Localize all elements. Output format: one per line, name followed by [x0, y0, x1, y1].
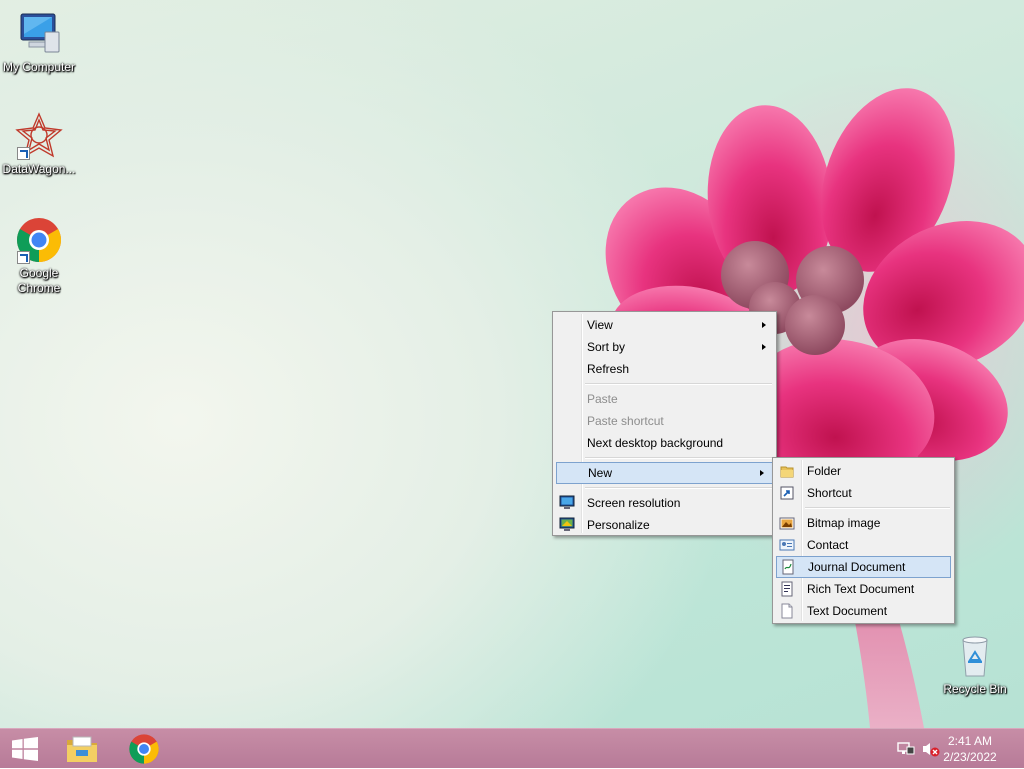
- desktop-icon-my-computer[interactable]: My Computer: [0, 10, 78, 75]
- submenu-item-folder[interactable]: Folder: [775, 460, 952, 482]
- journal-icon: [782, 559, 794, 575]
- submenu-item-text-document[interactable]: Text Document: [775, 600, 952, 622]
- rtf-icon: [781, 581, 793, 597]
- text-document-icon: [781, 603, 793, 619]
- desktop-icon-recycle-bin[interactable]: Recycle Bin: [936, 632, 1014, 697]
- windows-logo-icon: [12, 737, 38, 761]
- desktop-icon-label: My Computer: [2, 60, 76, 74]
- submenu-arrow-icon: [762, 344, 766, 350]
- clock-time: 2:41 AM: [947, 734, 993, 748]
- start-button[interactable]: [0, 729, 56, 769]
- menu-item-label: Sort by: [587, 340, 626, 354]
- shortcut-icon: [780, 486, 794, 500]
- folder-icon: [780, 466, 794, 478]
- shortcut-arrow-icon: [17, 147, 30, 160]
- menu-item-label: View: [587, 318, 613, 332]
- menu-item-new[interactable]: New: [556, 462, 773, 484]
- shortcut-arrow-icon: [17, 251, 30, 264]
- menu-separator: [585, 457, 772, 459]
- menu-item-label: Bitmap image: [807, 516, 881, 530]
- computer-icon: [15, 10, 63, 58]
- new-submenu: Folder Shortcut Bitmap image Contact Jou…: [772, 457, 955, 624]
- screen-resolution-icon: [559, 495, 575, 509]
- submenu-item-rich-text-document[interactable]: Rich Text Document: [775, 578, 952, 600]
- menu-item-label: Journal Document: [808, 560, 906, 574]
- clock-date: 2/23/2022: [943, 750, 997, 764]
- menu-item-label: New: [588, 466, 613, 480]
- menu-item-screen-resolution[interactable]: Screen resolution: [555, 492, 774, 514]
- desktop-icon-label: DataWagon...: [2, 162, 76, 176]
- menu-item-label: Paste shortcut: [587, 414, 664, 428]
- menu-item-personalize[interactable]: Personalize: [555, 514, 774, 536]
- desktop-icon-google-chrome[interactable]: Google Chrome: [0, 216, 78, 296]
- menu-item-refresh[interactable]: Refresh: [555, 358, 774, 380]
- menu-item-label: Contact: [807, 538, 849, 552]
- menu-item-next-desktop-background[interactable]: Next desktop background: [555, 432, 774, 454]
- menu-item-label: Folder: [807, 464, 842, 478]
- submenu-arrow-icon: [762, 322, 766, 328]
- menu-separator: [805, 507, 950, 509]
- taskbar-file-explorer[interactable]: [54, 729, 110, 769]
- personalize-icon: [559, 517, 575, 531]
- chrome-icon: [129, 734, 159, 764]
- submenu-item-bitmap-image[interactable]: Bitmap image: [775, 512, 952, 534]
- desktop-icon-label: Google Chrome: [17, 266, 61, 295]
- file-explorer-icon: [67, 736, 97, 762]
- menu-separator: [585, 487, 772, 489]
- recycle-bin-icon: [951, 632, 999, 680]
- menu-item-label: Paste: [587, 392, 618, 406]
- submenu-item-shortcut[interactable]: Shortcut: [775, 482, 952, 504]
- menu-item-label: Rich Text Document: [807, 582, 915, 596]
- menu-item-paste[interactable]: Paste: [555, 388, 774, 410]
- bitmap-icon: [779, 517, 795, 530]
- desktop-context-menu: View Sort by Refresh Paste Paste shortcu…: [552, 311, 777, 536]
- desktop-icon-datawagon[interactable]: DataWagon...: [0, 112, 78, 177]
- submenu-arrow-icon: [760, 470, 764, 476]
- taskbar-chrome[interactable]: [116, 729, 172, 769]
- network-icon[interactable]: [897, 741, 915, 757]
- menu-item-sort-by[interactable]: Sort by: [555, 336, 774, 358]
- datawagon-icon: [15, 112, 63, 160]
- menu-separator: [585, 383, 772, 385]
- desktop[interactable]: My Computer DataWagon... Google Chrome R…: [0, 0, 1024, 728]
- menu-item-paste-shortcut[interactable]: Paste shortcut: [555, 410, 774, 432]
- taskbar-clock[interactable]: 2:41 AM 2/23/2022: [930, 733, 1010, 765]
- chrome-icon: [15, 216, 63, 264]
- submenu-item-journal-document[interactable]: Journal Document: [776, 556, 951, 578]
- menu-item-view[interactable]: View: [555, 314, 774, 336]
- menu-item-label: Text Document: [807, 604, 888, 618]
- taskbar: 2:41 AM 2/23/2022: [0, 728, 1024, 768]
- desktop-icon-label: Recycle Bin: [943, 682, 1007, 696]
- menu-item-label: Personalize: [587, 518, 650, 532]
- menu-item-label: Next desktop background: [587, 436, 724, 450]
- menu-item-label: Shortcut: [807, 486, 852, 500]
- menu-item-label: Refresh: [587, 362, 630, 376]
- contact-icon: [779, 539, 795, 551]
- menu-item-label: Screen resolution: [587, 496, 681, 510]
- submenu-item-contact[interactable]: Contact: [775, 534, 952, 556]
